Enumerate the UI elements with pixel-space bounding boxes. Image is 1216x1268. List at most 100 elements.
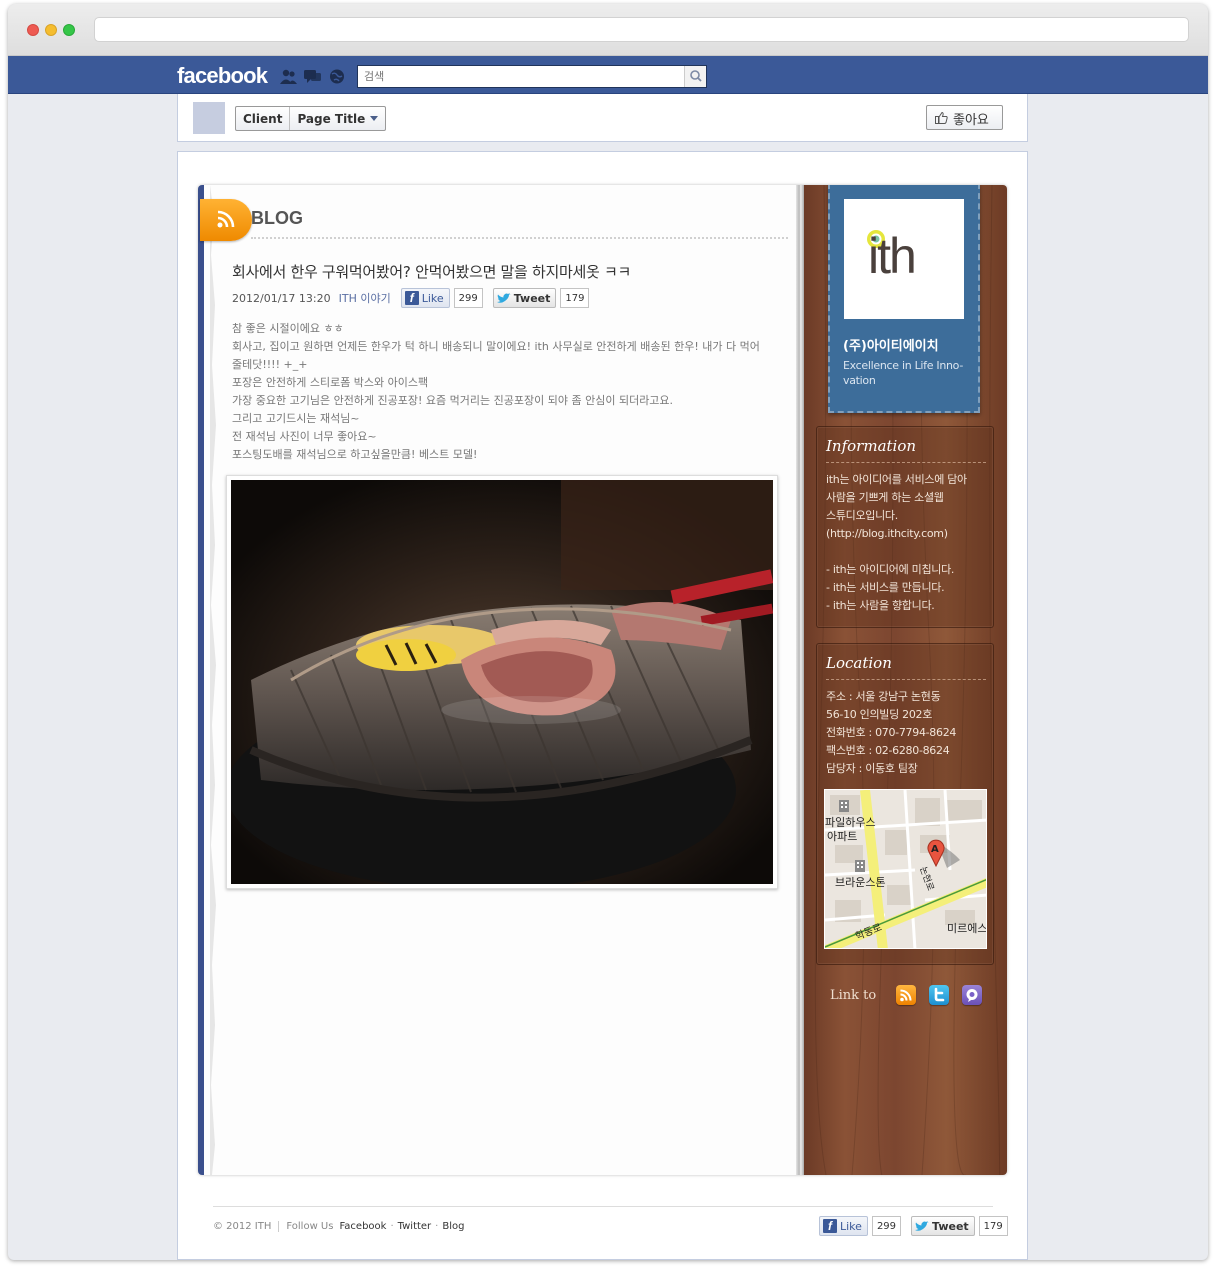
chevron-down-icon <box>370 116 379 121</box>
post-paragraph: 그리고 고기드시는 재석님~ <box>232 412 360 425</box>
close-window-button[interactable] <box>27 24 39 36</box>
link-to-row: Link to <box>830 985 995 1005</box>
facebook-logo[interactable]: facebook <box>177 63 268 89</box>
twitter-link-button[interactable] <box>929 985 950 1005</box>
twitter-icon <box>934 987 945 1002</box>
post-body: 참 좋은 시절이에요 ㅎㅎ 회사고, 집이고 원하면 언제든 한우가 턱 하니 … <box>232 320 772 464</box>
post-photo-frame <box>226 475 778 889</box>
search-input[interactable] <box>358 66 680 87</box>
map-label: 미르에스 <box>947 922 987 935</box>
building-icon <box>839 800 849 812</box>
info-line: - ith는 사람을 향합니다. <box>826 599 935 612</box>
footer-facebook-link[interactable]: Facebook <box>339 1221 386 1232</box>
phone-line: 전화번호 : 070-7794-8624 <box>826 726 957 739</box>
post-paragraph: 가장 중요한 고기님은 안전하게 진공포장! 요즘 먹거리는 진공포장이 되야 … <box>232 394 674 407</box>
minimize-window-button[interactable] <box>45 24 57 36</box>
footer-dot: · <box>390 1221 394 1232</box>
footer-tweet-label: Tweet <box>932 1219 969 1233</box>
crumb-client[interactable]: Client <box>236 107 289 130</box>
paper-spine <box>796 185 804 1175</box>
post-like-label: Like <box>421 291 444 305</box>
post-photo-grilled-beef[interactable] <box>231 480 773 884</box>
map-marker-label: A <box>931 844 939 855</box>
follow-us-label: Follow Us <box>286 1221 334 1232</box>
post-meta: 2012/01/17 13:20 ITH 이야기 f Like 299 Tweet… <box>232 288 590 308</box>
post-tweet-button[interactable]: Tweet <box>492 288 557 308</box>
info-line: 스튜디오입니다. <box>826 509 898 522</box>
information-heading: Information <box>826 437 917 455</box>
post-tweet-label: Tweet <box>513 291 551 305</box>
location-text: 주소 : 서울 강남구 논현동 56-10 인의빌딩 202호 전화번호 : 0… <box>826 688 991 778</box>
rss-icon <box>900 989 912 1002</box>
footer-tweet-button[interactable]: Tweet <box>911 1216 975 1236</box>
info-line: ith는 아이디어를 서비스에 담아 <box>826 473 967 486</box>
post-title[interactable]: 회사에서 한우 구워먹어봤어? 안먹어봤으면 말을 하지마세옷 ㅋㅋ <box>232 261 792 282</box>
facebook-f-icon: f <box>823 1219 837 1233</box>
page-header: Client Page Title 좋아요 <box>177 94 1028 142</box>
info-line: - ith는 아이디어에 미칩니다. <box>826 563 955 576</box>
post-paragraph: 참 좋은 시절이에요 ㅎㅎ <box>232 322 344 335</box>
notifications-globe-icon[interactable] <box>329 69 346 84</box>
company-name: (주)아이티에이치 <box>843 339 939 354</box>
footer-blog-link[interactable]: Blog <box>442 1221 464 1232</box>
dotted-divider <box>251 237 788 239</box>
building-icon <box>855 860 865 872</box>
thumbs-up-icon <box>935 111 948 124</box>
info-link[interactable]: (http://blog.ithcity.com) <box>826 525 991 543</box>
post-like-button[interactable]: f Like <box>400 288 450 308</box>
post-tweet-count: 179 <box>560 288 590 308</box>
information-text: ith는 아이디어를 서비스에 담아 사람을 기쁘게 하는 소셜웹 스튜디오입니… <box>826 471 991 615</box>
info-line: 사람을 기쁘게 하는 소셜웹 <box>826 491 944 504</box>
location-map[interactable]: 파일하우스 아파트 브라운스톤 학동로 논현로 미르에스 A <box>824 789 987 949</box>
ith-tab-app: BLOG 회사에서 한우 구워먹어봤어? 안먹어봤으면 말을 하지마세옷 ㅋㅋ … <box>198 185 1007 1175</box>
dashed-divider <box>826 679 986 680</box>
address-bar[interactable] <box>94 17 1189 42</box>
grill-photo-illustration <box>231 480 773 884</box>
footer-links: © 2012 ITH Follow Us Facebook · Twitter … <box>213 1221 464 1232</box>
street-map-illustration: 파일하우스 아파트 브라운스톤 학동로 논현로 미르에스 A <box>825 790 987 948</box>
footer-separator <box>278 1221 280 1232</box>
company-slogan: Excellence in Life Inno-vation <box>843 359 963 387</box>
post-paragraph: 포스팅도배를 재석님으로 하고싶을만큼! 베스트 모델! <box>232 448 478 461</box>
link-to-label: Link to <box>830 987 877 1003</box>
twitter-bird-icon <box>915 1220 930 1231</box>
crumb-page-title-label: Page Title <box>297 112 366 126</box>
rss-link-button[interactable] <box>896 985 917 1005</box>
me2day-link-button[interactable] <box>962 985 983 1005</box>
footer-tweet-count: 179 <box>978 1216 1008 1236</box>
map-label: 브라운스톤 <box>835 876 886 889</box>
copyright: © 2012 ITH <box>213 1221 272 1232</box>
facebook-f-icon: f <box>404 291 419 305</box>
friend-requests-icon[interactable] <box>280 69 297 84</box>
page-like-button[interactable]: 좋아요 <box>926 105 1003 130</box>
footer-like-button[interactable]: f Like <box>819 1216 868 1236</box>
address-line: 주소 : 서울 강남구 논현동 <box>826 690 941 703</box>
dashed-divider <box>826 462 986 463</box>
browser-chrome <box>8 4 1208 56</box>
rss-icon <box>217 210 235 228</box>
maximize-window-button[interactable] <box>63 24 75 36</box>
torn-edge-decoration <box>210 185 216 1175</box>
blog-section-title: BLOG <box>251 208 303 228</box>
facebook-search <box>357 65 707 88</box>
post-date: 2012/01/17 13:20 <box>232 291 331 305</box>
crumb-page-title[interactable]: Page Title <box>289 107 385 130</box>
post-paragraph: 포장은 안전하게 스티로폼 박스와 아이스팩 <box>232 376 429 389</box>
company-logo: ith <box>868 228 917 284</box>
speech-bubble-icon <box>966 989 978 1002</box>
footer-like-label: Like <box>840 1219 862 1233</box>
page-thumbnail[interactable] <box>193 102 225 134</box>
post-category-link[interactable]: ITH 이야기 <box>339 290 391 306</box>
post-paragraph: 전 재석님 사진이 너무 좋아요~ <box>232 430 377 443</box>
map-label: 파일하우스 <box>825 815 876 829</box>
footer-twitter-link[interactable]: Twitter <box>398 1221 432 1232</box>
location-heading: Location <box>826 654 892 672</box>
location-panel: Location 주소 : 서울 강남구 논현동 56-10 인의빌딩 202호… <box>816 643 994 965</box>
post-paragraph: 회사고, 집이고 원하면 언제든 한우가 턱 하니 배송되니 말이에요! ith… <box>232 340 760 371</box>
map-label: 아파트 <box>827 830 857 843</box>
messages-icon[interactable] <box>304 69 321 84</box>
search-button[interactable] <box>684 66 706 87</box>
info-line: - ith는 서비스를 만듭니다. <box>826 581 945 594</box>
footer-dot: · <box>435 1221 439 1232</box>
twitter-bird-icon <box>496 292 511 303</box>
